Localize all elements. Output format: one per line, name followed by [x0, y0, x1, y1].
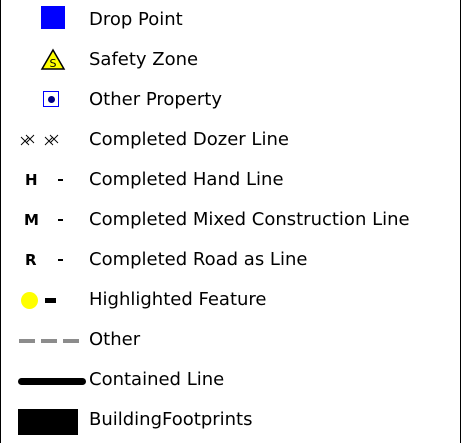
road-line-icon: R [1, 240, 85, 280]
road-line-mark: R [25, 251, 37, 269]
legend-label: Completed Hand Line [89, 169, 284, 190]
legend-label: Safety Zone [89, 49, 199, 70]
legend-item-road-line: R Completed Road as Line [1, 240, 461, 280]
mixed-line-icon: M [1, 200, 85, 240]
legend-label: BuildingFootprints [89, 409, 253, 430]
thick-line-icon [1, 360, 86, 400]
hand-line-icon: H [1, 160, 85, 200]
legend-item-building-footprints: BuildingFootprints [1, 400, 461, 440]
safety-zone-triangle-icon: S [1, 40, 85, 80]
dozer-line-hatch-icon [1, 120, 85, 160]
legend-item-dozer-line: Completed Dozer Line [1, 120, 461, 160]
legend-item-safety-zone: S Safety Zone [1, 40, 461, 80]
legend-label: Drop Point [89, 9, 183, 30]
other-property-dot-icon [1, 80, 85, 120]
highlight-dot-icon [1, 280, 85, 320]
legend-label: Other Property [89, 89, 222, 110]
dashed-line-icon [1, 320, 85, 360]
legend-item-highlighted-feature: Highlighted Feature [1, 280, 461, 320]
legend-label: Completed Mixed Construction Line [89, 209, 410, 230]
drop-point-square-icon [1, 0, 85, 40]
legend-item-hand-line: H Completed Hand Line [1, 160, 461, 200]
legend-item-contained-line: Contained Line [1, 360, 461, 400]
black-rectangle-icon [1, 400, 85, 440]
hand-line-mark: H [25, 171, 38, 189]
legend-label: Highlighted Feature [89, 289, 267, 310]
safety-zone-mark: S [50, 57, 57, 70]
legend-item-mixed-line: M Completed Mixed Construction Line [1, 200, 461, 240]
legend-label: Other [89, 329, 141, 350]
legend-item-other: Other [1, 320, 461, 360]
legend-label: Completed Road as Line [89, 249, 308, 270]
map-legend: Drop Point S Safety Zone Other Property [0, 0, 461, 443]
legend-label: Contained Line [89, 369, 225, 390]
legend-item-drop-point: Drop Point [1, 0, 461, 40]
legend-item-other-property: Other Property [1, 80, 461, 120]
legend-label: Completed Dozer Line [89, 129, 289, 150]
mixed-line-mark: M [24, 211, 39, 229]
